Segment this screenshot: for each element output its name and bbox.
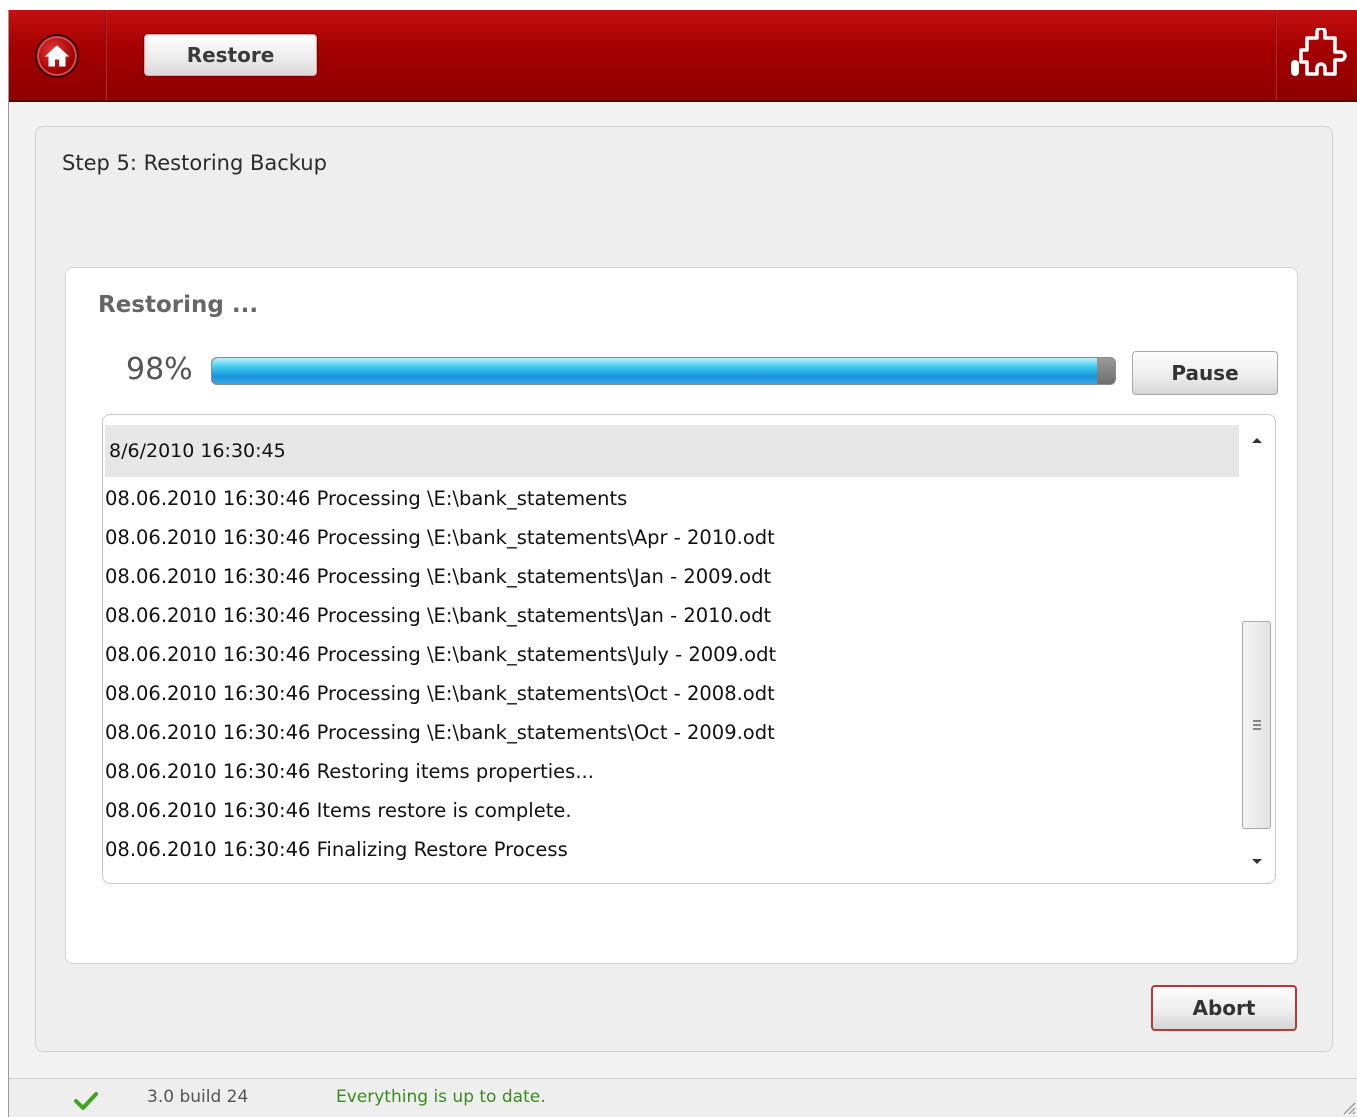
- log-line: 08.06.2010 16:30:46 Processing \E:\bank_…: [105, 643, 777, 666]
- progress-bar: [211, 357, 1116, 385]
- log-line: 08.06.2010 16:30:46 Finalizing Restore P…: [105, 838, 568, 861]
- progress-fill: [212, 358, 1097, 384]
- abort-button[interactable]: Abort: [1151, 985, 1297, 1031]
- home-button[interactable]: [35, 34, 79, 78]
- log-lines: 08.06.2010 16:30:46 Processing \E:\bank_…: [105, 479, 1239, 869]
- scroll-up-button[interactable]: [1247, 431, 1267, 449]
- log-line: 08.06.2010 16:30:46 Processing \E:\bank_…: [105, 682, 775, 705]
- progress-percent: 98%: [126, 352, 193, 387]
- log-line: 08.06.2010 16:30:46 Processing \E:\bank_…: [105, 721, 775, 744]
- log-line: 08.06.2010 16:30:46 Restoring items prop…: [105, 760, 594, 783]
- log-line: 08.06.2010 16:30:46 Processing \E:\bank_…: [105, 565, 772, 588]
- grip-lines-icon: [1252, 720, 1261, 730]
- scroll-down-button[interactable]: [1247, 853, 1267, 871]
- arrow-down-icon: [1252, 859, 1262, 864]
- log-header: 8/6/2010 16:30:45: [105, 425, 1239, 477]
- header-divider: [1275, 10, 1277, 100]
- scroll-thumb[interactable]: [1242, 621, 1271, 829]
- restoring-label: Restoring ...: [98, 292, 259, 318]
- resize-grip-icon[interactable]: [1340, 1099, 1356, 1115]
- log-line: 08.06.2010 16:30:46 Items restore is com…: [105, 799, 572, 822]
- puzzle-logo-icon[interactable]: [1287, 28, 1347, 86]
- app-window: Restore Step 5: Restoring Backup Restori…: [8, 10, 1357, 1117]
- restore-tab-button[interactable]: Restore: [143, 33, 318, 77]
- header-divider: [105, 10, 107, 100]
- header-bar: Restore: [9, 10, 1357, 102]
- update-status-message: Everything is up to date.: [336, 1087, 546, 1107]
- restore-progress-panel: Restoring ... 98% Pause 8/6/2010 16:30:4…: [65, 267, 1298, 964]
- main-panel: Step 5: Restoring Backup Restoring ... 9…: [35, 126, 1333, 1052]
- log-scrollbar[interactable]: [1241, 425, 1273, 879]
- status-bar: 3.0 build 24 Everything is up to date.: [9, 1078, 1357, 1117]
- log-line: 08.06.2010 16:30:46 Processing \E:\bank_…: [105, 604, 772, 627]
- log-line: 08.06.2010 16:30:46 Processing \E:\bank_…: [105, 526, 775, 549]
- log-line: 08.06.2010 16:30:46 Processing \E:\bank_…: [105, 487, 628, 510]
- arrow-up-icon: [1252, 438, 1262, 443]
- restore-log[interactable]: 8/6/2010 16:30:45 08.06.2010 16:30:46 Pr…: [102, 414, 1276, 884]
- check-icon: [74, 1092, 98, 1110]
- version-label: 3.0 build 24: [147, 1087, 249, 1107]
- pause-button[interactable]: Pause: [1132, 351, 1278, 395]
- home-icon: [44, 45, 70, 67]
- step-title: Step 5: Restoring Backup: [62, 151, 327, 175]
